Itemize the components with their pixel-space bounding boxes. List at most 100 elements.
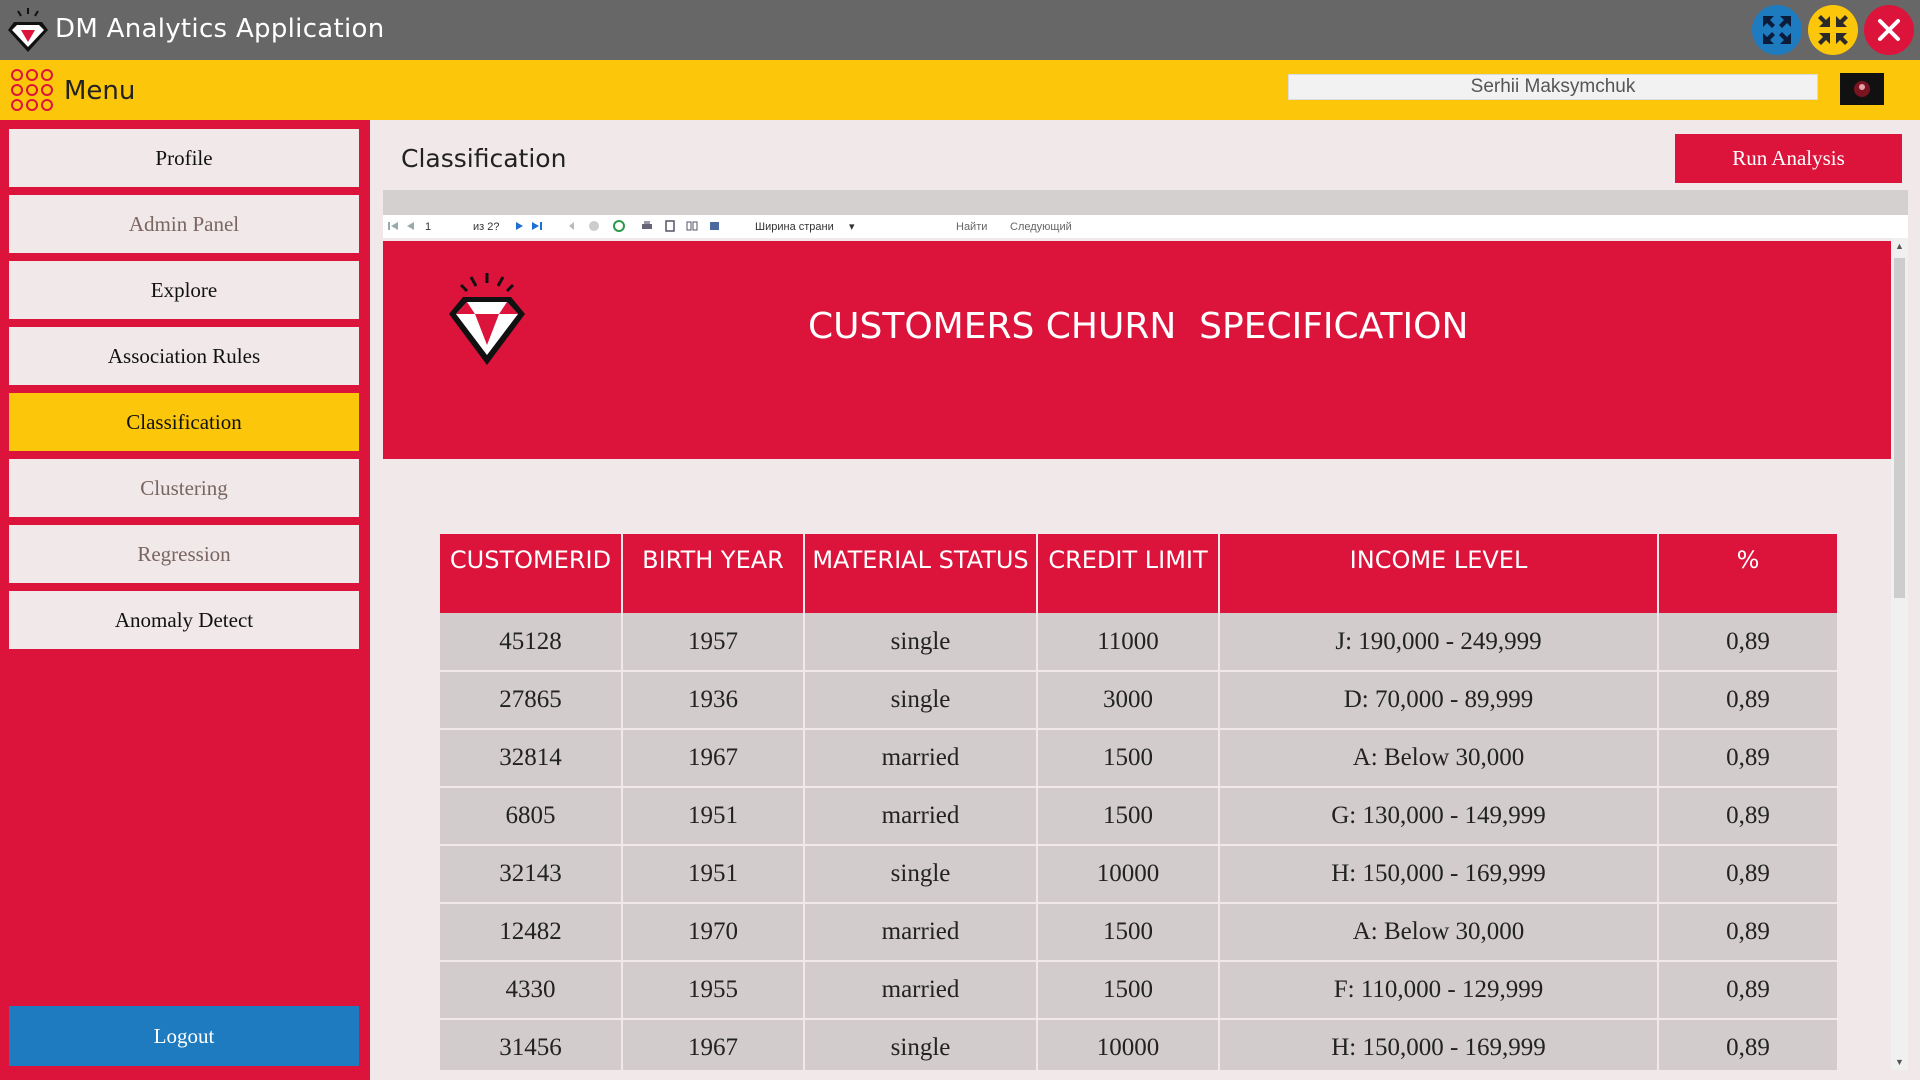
close-x-icon (1878, 19, 1900, 41)
table-cell: 0,89 (1658, 1019, 1839, 1070)
diamond-logo-icon (8, 8, 48, 52)
column-header: MATERIAL STATUS (804, 534, 1038, 613)
churn-table: CUSTOMERID BIRTH YEAR MATERIAL STATUS CR… (440, 534, 1839, 1070)
table-cell: 10000 (1037, 1019, 1220, 1070)
table-cell: 4330 (440, 961, 623, 1020)
table-cell: 11000 (1037, 613, 1220, 672)
table-row: 32814 1967 married 1500 A: Below 30,000 … (440, 729, 1839, 788)
sidebar-item-explore[interactable]: Explore (9, 261, 359, 319)
table-cell: 0,89 (1658, 787, 1839, 846)
scrollbar-thumb[interactable] (1894, 258, 1905, 598)
first-page-icon[interactable] (387, 220, 399, 232)
table-cell: 1951 (622, 787, 805, 846)
table-row: 12482 1970 married 1500 A: Below 30,000 … (440, 903, 1839, 962)
page-setup-icon[interactable] (686, 220, 698, 232)
last-page-icon[interactable] (531, 220, 543, 232)
sidebar-item-association-rules[interactable]: Association Rules (9, 327, 359, 385)
table-header-row: CUSTOMERID BIRTH YEAR MATERIAL STATUS CR… (440, 534, 1839, 613)
stop-icon[interactable] (588, 220, 600, 232)
table-cell: 6805 (440, 787, 623, 846)
table-cell: 1500 (1037, 961, 1220, 1020)
table-cell: married (804, 961, 1038, 1020)
table-cell: 32143 (440, 845, 623, 904)
find-next-link[interactable]: Следующий (1010, 219, 1072, 234)
report-viewer: CUSTOMERS CHURN SPECIFICATION CUSTOMERID… (383, 238, 1891, 1070)
table-cell: 45128 (440, 613, 623, 672)
page-title: Classification (401, 144, 567, 173)
table-cell: 1955 (622, 961, 805, 1020)
print-layout-icon[interactable] (664, 220, 676, 232)
table-cell: single (804, 613, 1038, 672)
report-scrollbar[interactable]: ▲ ▼ (1891, 238, 1908, 1070)
sidebar-item-admin-panel[interactable]: Admin Panel (9, 195, 359, 253)
table-cell: 0,89 (1658, 845, 1839, 904)
table-cell: married (804, 729, 1038, 788)
page-number-input[interactable]: 1 (425, 219, 431, 234)
report-banner: CUSTOMERS CHURN SPECIFICATION (383, 241, 1891, 459)
table-cell: 0,89 (1658, 671, 1839, 730)
table-cell: 1936 (622, 671, 805, 730)
app-title: DM Analytics Application (55, 14, 385, 44)
zoom-select[interactable]: Ширина страни (755, 219, 834, 234)
table-cell: 0,89 (1658, 961, 1839, 1020)
find-link[interactable]: Найти (956, 219, 987, 234)
run-analysis-button[interactable]: Run Analysis (1675, 134, 1902, 183)
column-header: INCOME LEVEL (1219, 534, 1659, 613)
diamond-logo-icon (449, 273, 525, 365)
table-cell: 1970 (622, 903, 805, 962)
scroll-up-icon[interactable]: ▲ (1891, 238, 1908, 254)
table-cell: 3000 (1037, 671, 1220, 730)
sidebar-item-profile[interactable]: Profile (9, 129, 359, 187)
close-button[interactable] (1864, 5, 1914, 55)
print-icon[interactable] (641, 220, 653, 232)
table-cell: single (804, 1019, 1038, 1070)
page-count-label: из 2? (473, 220, 500, 233)
table-cell: single (804, 671, 1038, 730)
column-header: CREDIT LIMIT (1037, 534, 1220, 613)
table-row: 4330 1955 married 1500 F: 110,000 - 129,… (440, 961, 1839, 1020)
table-row: 31456 1967 single 10000 H: 150,000 - 169… (440, 1019, 1839, 1070)
next-page-icon[interactable] (513, 220, 525, 232)
column-header: BIRTH YEAR (622, 534, 805, 613)
refresh-icon[interactable] (613, 220, 625, 232)
table-cell: 1967 (622, 729, 805, 788)
export-icon[interactable] (709, 220, 721, 232)
table-cell: 1500 (1037, 729, 1220, 788)
table-cell: married (804, 903, 1038, 962)
logout-button[interactable]: Logout (9, 1006, 359, 1066)
table-row: 6805 1951 married 1500 G: 130,000 - 149,… (440, 787, 1839, 846)
table-cell: 1957 (622, 613, 805, 672)
sidebar-item-classification[interactable]: Classification (9, 393, 359, 451)
previous-page-icon[interactable] (404, 220, 416, 232)
user-avatar-icon (1854, 81, 1870, 97)
table-cell: J: 190,000 - 249,999 (1219, 613, 1659, 672)
table-row: 45128 1957 single 11000 J: 190,000 - 249… (440, 613, 1839, 672)
sidebar-item-clustering[interactable]: Clustering (9, 459, 359, 517)
report-title: CUSTOMERS CHURN SPECIFICATION (808, 306, 1469, 347)
table-cell: H: 150,000 - 169,999 (1219, 1019, 1659, 1070)
table-cell: 1967 (622, 1019, 805, 1070)
table-cell: 0,89 (1658, 903, 1839, 962)
table-cell: married (804, 787, 1038, 846)
menu-label[interactable]: Menu (64, 76, 135, 106)
table-cell: 12482 (440, 903, 623, 962)
maximize-button[interactable] (1752, 5, 1802, 55)
avatar[interactable] (1840, 73, 1884, 105)
table-row: 27865 1936 single 3000 D: 70,000 - 89,99… (440, 671, 1839, 730)
grid-dots-icon[interactable] (10, 68, 54, 112)
table-cell: 32814 (440, 729, 623, 788)
chevron-down-icon[interactable]: ▾ (849, 219, 855, 234)
table-cell: 1500 (1037, 903, 1220, 962)
back-icon[interactable] (567, 220, 579, 232)
sidebar-item-regression[interactable]: Regression (9, 525, 359, 583)
column-header: % (1658, 534, 1839, 613)
column-header: CUSTOMERID (440, 534, 623, 613)
table-cell: G: 130,000 - 149,999 (1219, 787, 1659, 846)
table-row: 32143 1951 single 10000 H: 150,000 - 169… (440, 845, 1839, 904)
table-cell: A: Below 30,000 (1219, 729, 1659, 788)
scroll-down-icon[interactable]: ▼ (1891, 1054, 1908, 1070)
sidebar-item-anomaly-detect[interactable]: Anomaly Detect (9, 591, 359, 649)
report-header-strip (383, 190, 1908, 215)
table-cell: A: Below 30,000 (1219, 903, 1659, 962)
minimize-button[interactable] (1808, 5, 1858, 55)
